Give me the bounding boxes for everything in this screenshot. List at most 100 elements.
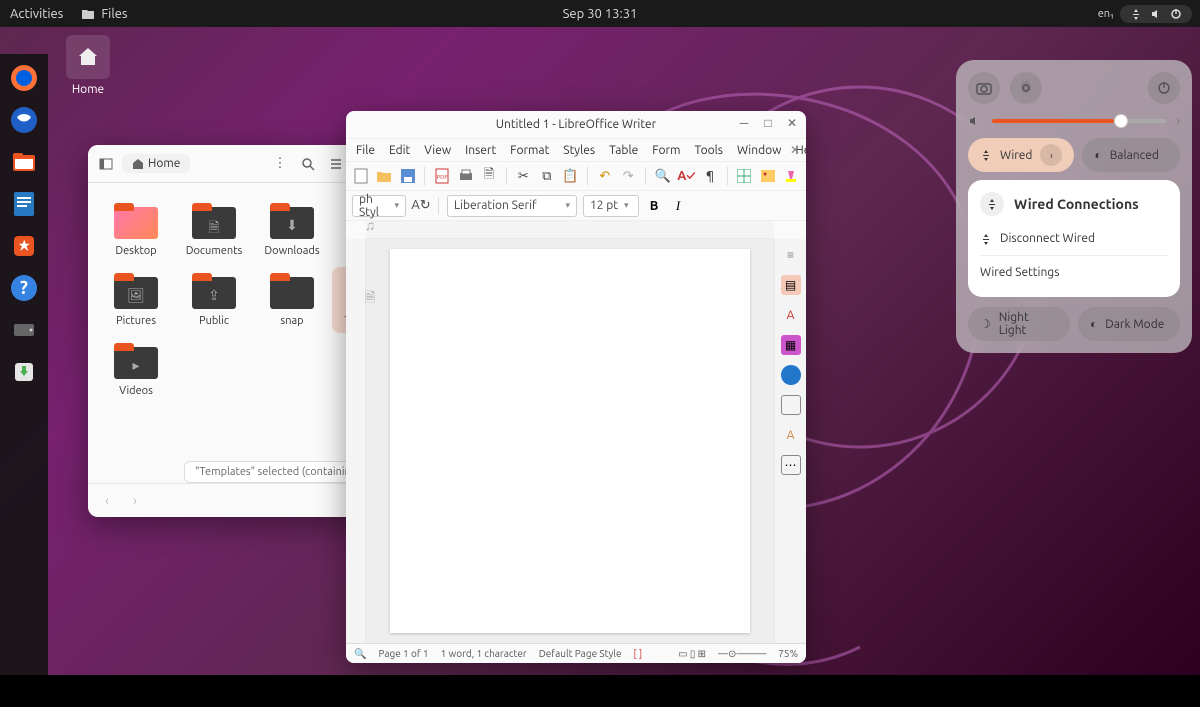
print-icon[interactable]: [457, 167, 474, 185]
italic-button[interactable]: I: [669, 197, 687, 215]
dock-thunderbird[interactable]: [6, 102, 42, 138]
formatting-marks-icon[interactable]: ¶: [701, 167, 718, 185]
find-icon[interactable]: 🔍: [654, 167, 671, 185]
redo-icon[interactable]: ↷: [619, 167, 636, 185]
disconnect-wired-option[interactable]: Disconnect Wired: [980, 226, 1168, 251]
sidebar-inspector-icon[interactable]: A: [781, 425, 801, 445]
find-toolbar-icon[interactable]: 🔍: [354, 648, 366, 660]
status-page[interactable]: Page 1 of 1: [378, 648, 428, 659]
desktop-icon-label: Home: [58, 83, 118, 96]
power-menu-button[interactable]: [1148, 72, 1180, 104]
menu-table[interactable]: Table: [609, 144, 638, 157]
search-icon[interactable]: [296, 152, 320, 176]
status-zoom[interactable]: 75%: [778, 648, 798, 659]
folder-documents[interactable]: 🗎Documents: [176, 197, 252, 263]
new-doc-icon[interactable]: [352, 167, 369, 185]
menu-insert[interactable]: Insert: [465, 144, 496, 157]
undo-icon[interactable]: ↶: [596, 167, 613, 185]
menu-format[interactable]: Format: [510, 144, 549, 157]
nav-back-icon[interactable]: ‹: [96, 490, 118, 512]
horizontal-ruler[interactable]: [366, 221, 774, 239]
settings-button[interactable]: [1010, 72, 1042, 104]
font-size-combo[interactable]: 12 pt▾: [583, 195, 639, 217]
page[interactable]: [390, 249, 750, 633]
paste-icon[interactable]: 📋: [562, 167, 579, 185]
night-light-toggle[interactable]: ☽ Night Light: [968, 307, 1070, 341]
highlight-icon[interactable]: [783, 167, 800, 185]
activities-button[interactable]: Activities: [10, 7, 63, 21]
sidebar-page-icon[interactable]: [781, 395, 801, 415]
screenshot-button[interactable]: [968, 72, 1000, 104]
writer-titlebar[interactable]: Untitled 1 - LibreOffice Writer ─ □ ✕: [346, 111, 806, 139]
wired-toggle[interactable]: Wired ›: [968, 138, 1074, 172]
dock-disk-1[interactable]: [6, 312, 42, 348]
dock-firefox[interactable]: [6, 60, 42, 96]
document-area[interactable]: [366, 239, 774, 643]
appmenu-files[interactable]: Files: [81, 7, 127, 21]
dock-help[interactable]: ?: [6, 270, 42, 306]
desktop-icon-home[interactable]: Home: [58, 35, 118, 96]
sidebar-navigator-icon[interactable]: [781, 365, 801, 385]
paragraph-style-combo[interactable]: ph Styl▾: [352, 195, 406, 217]
print-preview-icon[interactable]: 🗎: [480, 167, 497, 185]
export-pdf-icon[interactable]: PDF: [433, 167, 450, 185]
dock-files[interactable]: [6, 144, 42, 180]
insert-table-icon[interactable]: [736, 167, 753, 185]
path-bar[interactable]: Home: [122, 154, 190, 173]
status-pagestyle[interactable]: Default Page Style: [539, 648, 622, 659]
zoom-slider[interactable]: —⊙———: [718, 648, 766, 660]
menu-edit[interactable]: Edit: [389, 144, 410, 157]
clock[interactable]: Sep 30 13:31: [563, 7, 638, 21]
sidebar-styles-icon[interactable]: A: [781, 305, 801, 325]
status-view-icons[interactable]: ▭ ▯ ⊞: [678, 648, 706, 660]
spellcheck-icon[interactable]: A✓: [677, 167, 695, 185]
vertical-ruler[interactable]: [346, 239, 366, 643]
system-tray[interactable]: [1120, 5, 1192, 23]
sidebar-properties-icon[interactable]: ▤: [781, 275, 801, 295]
hamburger-menu-icon[interactable]: [324, 152, 348, 176]
folder-public[interactable]: ⇪Public: [176, 267, 252, 333]
menu-view[interactable]: View: [424, 144, 451, 157]
chevron-right-icon[interactable]: ›: [1040, 144, 1062, 166]
close-button[interactable]: ✕: [784, 115, 800, 131]
nav-forward-icon[interactable]: ›: [124, 490, 146, 512]
menu-tools[interactable]: Tools: [694, 144, 723, 157]
menu-styles[interactable]: Styles: [563, 144, 595, 157]
sidebar-menu-icon[interactable]: ≡: [781, 245, 801, 265]
sidebar-gallery-icon[interactable]: ▦: [781, 335, 801, 355]
status-language[interactable]: [ ]: [634, 648, 643, 659]
folder-pictures[interactable]: 🖼Pictures: [98, 267, 174, 333]
power-mode-toggle[interactable]: ◐ Balanced: [1082, 138, 1180, 172]
font-name-combo[interactable]: Liberation Serif▾: [447, 195, 577, 217]
dock-software[interactable]: [6, 228, 42, 264]
bold-button[interactable]: B: [645, 197, 663, 215]
menubar-close-doc-icon[interactable]: ✕: [790, 143, 800, 157]
sidebar-toggle-icon[interactable]: [94, 152, 118, 176]
folder-desktop[interactable]: Desktop: [98, 197, 174, 263]
save-icon[interactable]: [399, 167, 416, 185]
menu-form[interactable]: Form: [652, 144, 680, 157]
folder-videos[interactable]: ▸Videos: [98, 337, 174, 403]
menu-file[interactable]: File: [356, 144, 375, 157]
volume-expand-icon[interactable]: ›: [1176, 114, 1180, 128]
dock-trash[interactable]: [6, 354, 42, 390]
dock-writer[interactable]: [6, 186, 42, 222]
sidebar-manage-icon[interactable]: ⋯: [781, 455, 801, 475]
window-title: Untitled 1 - LibreOffice Writer: [496, 118, 656, 131]
folder-snap[interactable]: snap: [254, 267, 330, 333]
cut-icon[interactable]: ✂: [515, 167, 532, 185]
minimize-button[interactable]: ─: [736, 115, 752, 131]
kebab-menu-icon[interactable]: ⋮: [268, 152, 292, 176]
insert-image-icon[interactable]: [759, 167, 776, 185]
maximize-button[interactable]: □: [760, 115, 776, 131]
status-wordcount[interactable]: 1 word, 1 character: [441, 648, 527, 659]
update-style-icon[interactable]: A↻: [412, 197, 430, 215]
copy-icon[interactable]: ⧉: [538, 167, 555, 185]
menu-window[interactable]: Window: [737, 144, 781, 157]
dark-mode-toggle[interactable]: ◐ Dark Mode: [1078, 307, 1180, 341]
open-icon[interactable]: [375, 167, 392, 185]
volume-slider[interactable]: [992, 119, 1166, 123]
wired-settings-option[interactable]: Wired Settings: [980, 260, 1168, 285]
folder-downloads[interactable]: ⬇Downloads: [254, 197, 330, 263]
input-source-indicator[interactable]: en₁: [1098, 8, 1114, 20]
